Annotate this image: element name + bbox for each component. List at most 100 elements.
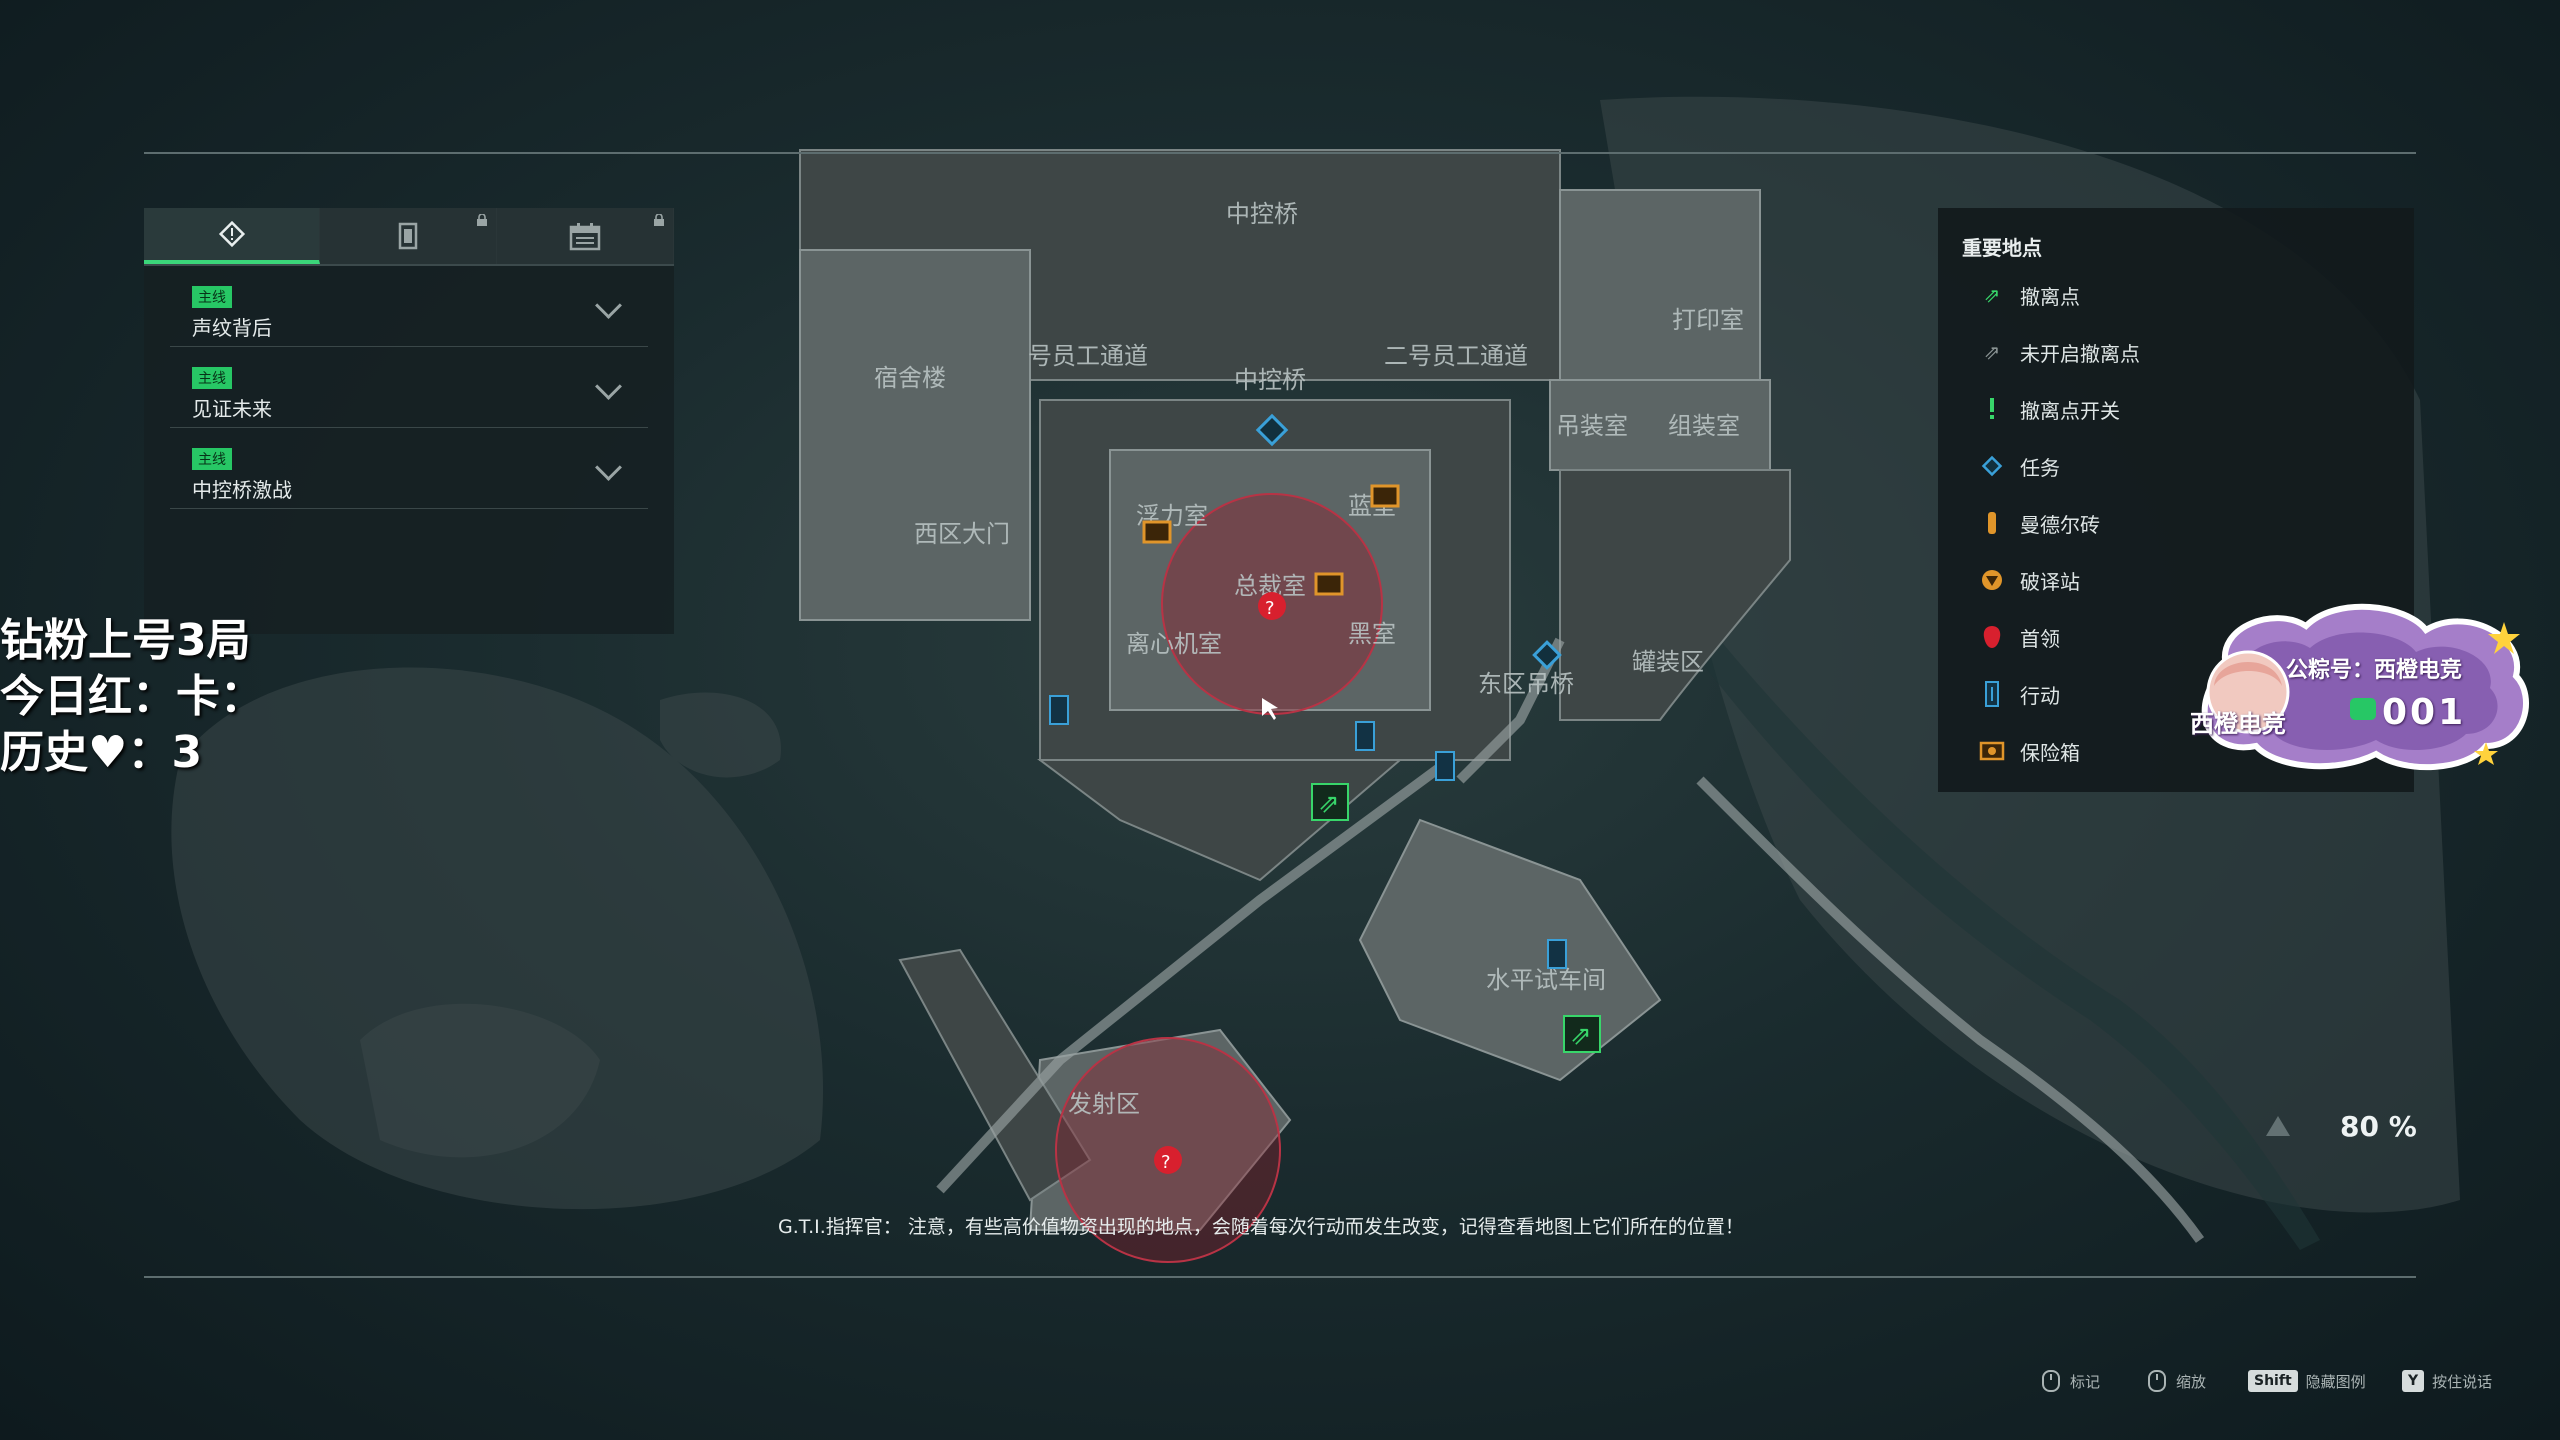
control-label: 缩放 bbox=[2176, 1372, 2207, 1391]
control-label: 隐藏图例 bbox=[2305, 1372, 2366, 1391]
shift-key-icon: Shift bbox=[2248, 1370, 2298, 1392]
frame-bottom-line bbox=[144, 1276, 2416, 1278]
legend-item-action[interactable]: 行动 bbox=[1978, 679, 2060, 709]
action-marker-center[interactable] bbox=[1355, 721, 1375, 751]
legend-item-safe[interactable]: 保险箱 bbox=[1978, 736, 2080, 766]
tab-main-quests[interactable] bbox=[144, 208, 320, 264]
diamond-icon bbox=[218, 220, 245, 248]
lock-icon bbox=[654, 214, 664, 226]
map-label-worker-b: 二号员工通道 bbox=[1384, 342, 1528, 370]
legend-label: 保险箱 bbox=[2020, 740, 2080, 765]
legend-item-exit-switch[interactable]: 撤离点开关 bbox=[1978, 394, 2120, 424]
commander-dialogue: G.T.I.指挥官： 注意，有些高价值物资出现的地点，会随着每次行动而发生改变，… bbox=[778, 1216, 1744, 1238]
exit-switch-icon bbox=[1978, 395, 2006, 423]
control-hide-legend[interactable]: Shift 隐藏图例 bbox=[2248, 1370, 2366, 1392]
map-label-launch: 发射区 bbox=[1068, 1090, 1140, 1118]
map-label-centrifuge: 离心机室 bbox=[1126, 630, 1222, 658]
action-marker-east[interactable] bbox=[1435, 751, 1455, 781]
action-marker-west[interactable] bbox=[1049, 695, 1069, 725]
action-marker-hdrive[interactable] bbox=[1547, 939, 1567, 969]
quest-name: 声纹背后 bbox=[192, 316, 272, 340]
map-label-black: 黑室 bbox=[1348, 620, 1396, 648]
map-label-worker-a: 号员工通道 bbox=[1028, 342, 1148, 370]
map-label-zhongkongqiao: 中控桥 bbox=[1234, 366, 1306, 394]
task-diamond-icon bbox=[1978, 452, 2006, 480]
action-icon bbox=[1978, 680, 2006, 708]
map-label-hoist: 吊装室 bbox=[1556, 412, 1628, 440]
badge-team-name: 西橙电竞 bbox=[2190, 710, 2286, 738]
legend-item-mandel-brick[interactable]: 曼德尔砖 bbox=[1978, 508, 2100, 538]
map-label-west-gate: 西区大门 bbox=[914, 520, 1010, 548]
legend-item-task[interactable]: 任务 bbox=[1978, 451, 2060, 481]
mandel-brick-icon bbox=[1978, 509, 2006, 537]
zoom-level: 80 % bbox=[2340, 1110, 2417, 1143]
exit-marker-south[interactable]: ⇗ bbox=[1563, 1015, 1601, 1053]
lock-icon bbox=[477, 214, 487, 226]
map-label-print: 打印室 bbox=[1672, 306, 1744, 334]
boss-marker-center[interactable]: ? bbox=[1258, 592, 1286, 620]
badge-number: 001 bbox=[2382, 692, 2467, 733]
quest-tabs bbox=[144, 208, 674, 266]
legend-item-decoder[interactable]: 破译站 bbox=[1978, 565, 2080, 595]
streamer-badge: 公粽号：西橙电竞 西橙电竞 001 bbox=[2186, 596, 2532, 776]
quest-type-badge: 主线 bbox=[192, 286, 232, 308]
badge-cloud-shape bbox=[2201, 603, 2529, 771]
running-exit-icon: ⇗ bbox=[1983, 283, 2001, 307]
map-label-dorm: 宿舍楼 bbox=[874, 364, 946, 392]
quest-type-badge: 主线 bbox=[192, 367, 232, 389]
legend-item-inactive-exit[interactable]: ⇗ 未开启撤离点 bbox=[1978, 337, 2140, 367]
chevron-down-icon[interactable] bbox=[595, 292, 622, 319]
zoom-warning-icon bbox=[2266, 1116, 2290, 1136]
mouse-wheel-icon bbox=[2148, 1370, 2166, 1392]
stream-overlay-line1: 钻粉上号3局 bbox=[0, 615, 251, 666]
control-zoom[interactable]: 缩放 bbox=[2148, 1370, 2206, 1392]
legend-label: 任务 bbox=[2020, 455, 2060, 480]
badge-official-account: 公粽号：西橙电竞 bbox=[2286, 658, 2463, 683]
stream-overlay-line2: 今日红：卡： bbox=[0, 671, 264, 722]
legend-label: 撤离点开关 bbox=[2020, 398, 2120, 423]
quest-panel: 主线 声纹背后 主线 见证未来 主线 中控桥激战 bbox=[144, 208, 674, 634]
svg-text:⇗: ⇗ bbox=[1570, 1021, 1592, 1051]
y-key-icon: Y bbox=[2402, 1370, 2425, 1392]
tab-calendar[interactable] bbox=[497, 208, 674, 264]
wechat-icon bbox=[2350, 698, 2376, 720]
map-label-zhongkongqiao-top: 中控桥 bbox=[1226, 200, 1298, 228]
card-icon bbox=[398, 222, 418, 250]
chevron-down-icon[interactable] bbox=[595, 373, 622, 400]
quest-item[interactable]: 主线 见证未来 bbox=[170, 347, 648, 428]
stream-overlay-line3: 历史♥：3 bbox=[0, 727, 203, 778]
chevron-down-icon[interactable] bbox=[595, 454, 622, 481]
calendar-icon bbox=[569, 223, 601, 251]
legend-title: 重要地点 bbox=[1962, 236, 2042, 260]
svg-text:?: ? bbox=[1161, 1152, 1171, 1173]
boss-marker-launch[interactable]: ? bbox=[1154, 1146, 1182, 1174]
control-label: 按住说话 bbox=[2432, 1372, 2493, 1391]
legend-label: 行动 bbox=[2020, 683, 2060, 708]
inactive-exit-icon: ⇗ bbox=[1983, 340, 2001, 364]
boss-icon bbox=[1978, 623, 2006, 651]
test-hall-block bbox=[1358, 818, 1662, 1082]
control-mark[interactable]: 标记 bbox=[2042, 1370, 2100, 1392]
quest-type-badge: 主线 bbox=[192, 448, 232, 470]
control-push-to-talk[interactable]: Y 按住说话 bbox=[2402, 1370, 2492, 1392]
tab-cards[interactable] bbox=[320, 208, 497, 264]
legend-item-boss[interactable]: 首领 bbox=[1978, 622, 2060, 652]
control-label: 标记 bbox=[2070, 1372, 2101, 1391]
map-label-assemble: 组装室 bbox=[1668, 412, 1740, 440]
exit-marker-north[interactable]: ⇗ bbox=[1311, 783, 1349, 821]
quest-name: 中控桥激战 bbox=[192, 478, 292, 502]
safe-marker-blue[interactable] bbox=[1370, 484, 1400, 508]
quest-item[interactable]: 主线 声纹背后 bbox=[170, 266, 648, 347]
legend-label: 首领 bbox=[2020, 626, 2060, 651]
dorm-building bbox=[799, 249, 1031, 621]
legend-item-exit[interactable]: ⇗ 撤离点 bbox=[1978, 280, 2080, 310]
svg-text:?: ? bbox=[1265, 598, 1275, 619]
legend-label: 撤离点 bbox=[2020, 284, 2080, 309]
safe-marker-power[interactable] bbox=[1142, 520, 1172, 544]
print-room-building bbox=[1559, 189, 1761, 381]
safe-marker-boss[interactable] bbox=[1314, 572, 1344, 596]
quest-item[interactable]: 主线 中控桥激战 bbox=[170, 428, 648, 509]
legend-label: 曼德尔砖 bbox=[2020, 512, 2100, 537]
decoder-icon bbox=[1978, 566, 2006, 594]
frame-top-line bbox=[144, 152, 2416, 154]
